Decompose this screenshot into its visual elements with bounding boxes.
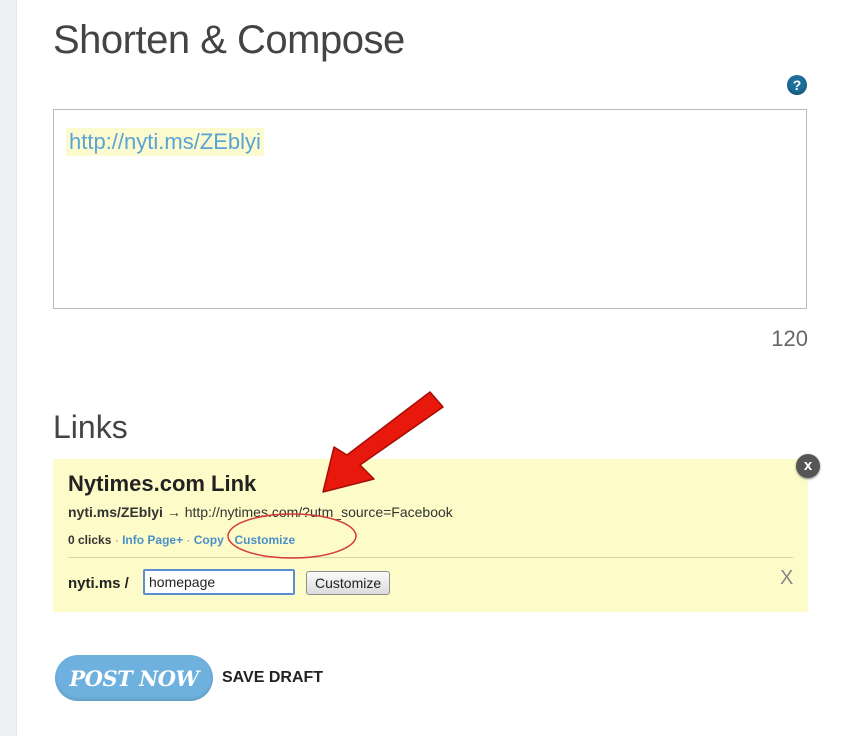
link-actions: 0 clicks · Info Page+ · Copy · Customize	[68, 533, 295, 547]
separator: ·	[186, 533, 191, 547]
copy-link[interactable]: Copy	[194, 533, 224, 547]
short-url: nyti.ms/ZEblyi	[68, 504, 163, 520]
link-mapping: nyti.ms/ZEblyi → http://nytimes.com/?utm…	[68, 504, 453, 520]
click-count: 0 clicks	[68, 533, 112, 547]
link-title: Nytimes.com Link	[68, 471, 257, 496]
customize-button[interactable]: Customize	[306, 571, 391, 595]
custom-slug-input[interactable]	[143, 569, 295, 595]
customize-link[interactable]: Customize	[234, 533, 295, 547]
domain-prefix: nyti.ms /	[68, 575, 129, 592]
info-page-link[interactable]: Info Page+	[122, 533, 183, 547]
links-heading: Links	[53, 409, 128, 445]
compose-textarea[interactable]: http://nyti.ms/ZEblyi	[53, 109, 807, 309]
long-url: http://nytimes.com/?utm_source=Facebook	[184, 504, 453, 520]
close-customize-button[interactable]: X	[780, 567, 793, 590]
character-count: 120	[771, 326, 808, 351]
card-divider	[68, 557, 793, 558]
save-draft-button[interactable]: SAVE DRAFT	[222, 669, 323, 687]
left-rail	[0, 0, 17, 736]
link-card: Nytimes.com Link nyti.ms/ZEblyi → http:/…	[53, 459, 808, 612]
separator: ·	[114, 533, 119, 547]
compose-text: http://nyti.ms/ZEblyi	[66, 128, 264, 156]
help-icon[interactable]: ?	[787, 75, 807, 95]
post-now-button[interactable]: POST NOW	[55, 655, 213, 701]
page-title: Shorten & Compose	[53, 18, 405, 62]
mapping-arrow: →	[166, 504, 181, 520]
separator: ·	[227, 533, 232, 547]
close-icon[interactable]: x	[796, 454, 820, 478]
